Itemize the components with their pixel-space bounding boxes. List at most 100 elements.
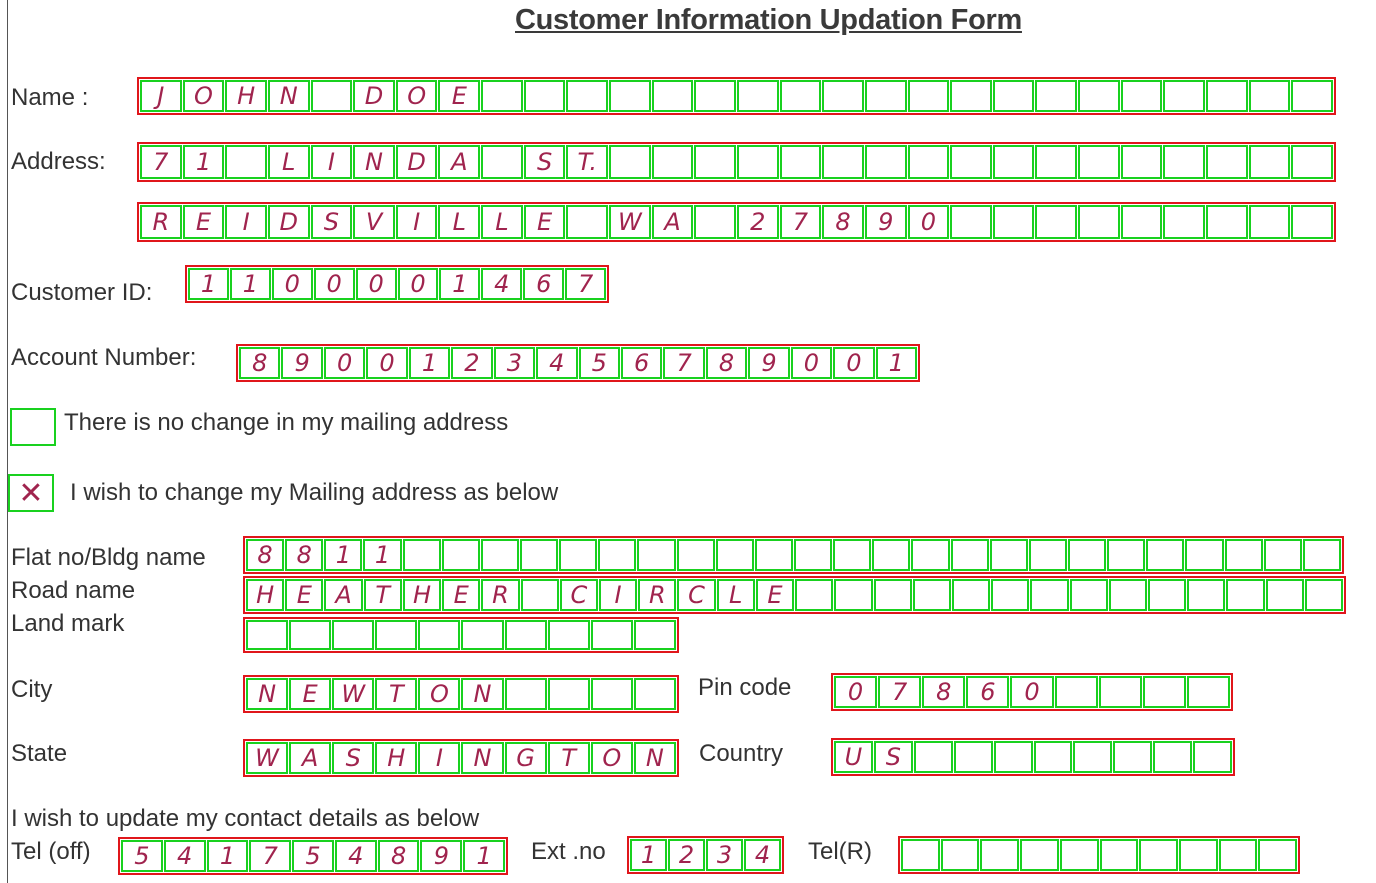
account_number-char-cell[interactable]: 1	[408, 347, 451, 379]
landmark-field[interactable]	[243, 617, 679, 653]
account_number-char-cell[interactable]: 1	[875, 347, 917, 379]
name-char-cell[interactable]	[1163, 80, 1206, 112]
address2-char-cell[interactable]	[950, 205, 992, 239]
address1-char-cell[interactable]	[1248, 145, 1291, 179]
address2-char-cell[interactable]: 8	[822, 205, 864, 239]
pin-char-cell[interactable]	[1098, 676, 1142, 708]
name-char-cell[interactable]	[481, 80, 523, 112]
landmark-char-cell[interactable]	[418, 620, 461, 650]
country-char-cell[interactable]	[1113, 741, 1153, 773]
address1-char-cell[interactable]	[225, 145, 267, 179]
name-char-cell[interactable]	[864, 80, 907, 112]
customer_id-char-cell[interactable]: 7	[565, 268, 607, 300]
road-char-cell[interactable]	[1187, 579, 1226, 611]
country-char-cell[interactable]	[913, 741, 953, 773]
address1-char-cell[interactable]	[651, 145, 694, 179]
state-char-cell[interactable]: O	[590, 742, 633, 774]
flat-char-cell[interactable]	[402, 539, 441, 571]
account_number-char-cell[interactable]: 4	[536, 347, 578, 379]
flat-char-cell[interactable]	[950, 539, 989, 571]
flat-char-cell[interactable]	[441, 539, 480, 571]
flat-char-cell[interactable]	[1302, 539, 1341, 571]
customer_id-char-cell[interactable]: 6	[523, 268, 565, 300]
road-char-cell[interactable]	[834, 579, 873, 611]
address2-char-cell[interactable]	[1120, 205, 1163, 239]
tel_r-char-cell[interactable]	[1178, 839, 1218, 871]
address1-char-cell[interactable]	[694, 145, 736, 179]
name-char-cell[interactable]: O	[395, 80, 438, 112]
flat-char-cell[interactable]	[676, 539, 715, 571]
address1-char-cell[interactable]	[907, 145, 950, 179]
address2-char-cell[interactable]: L	[481, 205, 523, 239]
flat-char-cell[interactable]	[715, 539, 754, 571]
customer_id-char-cell[interactable]: 1	[229, 268, 271, 300]
road-char-cell[interactable]: I	[598, 579, 638, 611]
city-char-cell[interactable]	[633, 678, 676, 710]
name-char-cell[interactable]	[1078, 80, 1120, 112]
city-char-cell[interactable]	[590, 678, 633, 710]
address1-char-cell[interactable]	[1035, 145, 1078, 179]
customer_id-char-cell[interactable]: 0	[397, 268, 439, 300]
account_number-char-cell[interactable]: 9	[281, 347, 323, 379]
address2-char-cell[interactable]	[1248, 205, 1291, 239]
flat-char-cell[interactable]	[754, 539, 793, 571]
road-char-cell[interactable]	[951, 579, 991, 611]
pin-char-cell[interactable]	[1054, 676, 1098, 708]
road-char-cell[interactable]	[1069, 579, 1108, 611]
landmark-char-cell[interactable]	[633, 620, 676, 650]
city-char-cell[interactable]: O	[418, 678, 461, 710]
account_number-char-cell[interactable]: 0	[833, 347, 875, 379]
flat-char-cell[interactable]	[872, 539, 911, 571]
address1-char-cell[interactable]	[1206, 145, 1248, 179]
customer-id-field[interactable]: 1100001467	[185, 265, 609, 303]
landmark-char-cell[interactable]	[461, 620, 504, 650]
road-char-cell[interactable]	[1030, 579, 1069, 611]
name-char-cell[interactable]: J	[140, 80, 182, 112]
flat-char-cell[interactable]	[1185, 539, 1224, 571]
name-char-cell[interactable]	[1035, 80, 1078, 112]
road-char-cell[interactable]	[873, 579, 912, 611]
landmark-char-cell[interactable]	[504, 620, 547, 650]
account_number-char-cell[interactable]: 5	[578, 347, 620, 379]
pin-char-cell[interactable]	[1142, 676, 1186, 708]
road-char-cell[interactable]: R	[481, 579, 520, 611]
address1-char-cell[interactable]	[779, 145, 822, 179]
address1-char-cell[interactable]: I	[310, 145, 353, 179]
name-char-cell[interactable]	[992, 80, 1035, 112]
address1-char-cell[interactable]	[950, 145, 992, 179]
flat-char-cell[interactable]	[559, 539, 598, 571]
name-char-cell[interactable]	[310, 80, 353, 112]
country-char-cell[interactable]	[1033, 741, 1073, 773]
name-char-cell[interactable]	[779, 80, 822, 112]
address1-char-cell[interactable]	[822, 145, 864, 179]
road-char-cell[interactable]	[991, 579, 1030, 611]
name-char-cell[interactable]	[609, 80, 651, 112]
road-char-cell[interactable]: C	[677, 579, 716, 611]
address2-char-cell[interactable]: E	[523, 205, 566, 239]
address1-char-cell[interactable]: D	[395, 145, 438, 179]
tel_r-char-cell[interactable]	[901, 839, 940, 871]
account_number-char-cell[interactable]: 2	[451, 347, 493, 379]
flat-char-cell[interactable]	[793, 539, 833, 571]
address1-char-cell[interactable]	[1120, 145, 1163, 179]
address2-char-cell[interactable]: 9	[864, 205, 907, 239]
country-char-cell[interactable]	[953, 741, 993, 773]
tel_off-char-cell[interactable]: 1	[206, 840, 249, 872]
city-char-cell[interactable]: E	[289, 678, 332, 710]
road-char-cell[interactable]: C	[559, 579, 598, 611]
tel_r-char-cell[interactable]	[1020, 839, 1059, 871]
address2-char-cell[interactable]: A	[651, 205, 694, 239]
address-line2-field[interactable]: REIDSVILLEWA27890	[137, 202, 1336, 242]
customer_id-char-cell[interactable]: 1	[188, 268, 229, 300]
account_number-char-cell[interactable]: 8	[239, 347, 281, 379]
address2-char-cell[interactable]	[694, 205, 736, 239]
landmark-char-cell[interactable]	[246, 620, 289, 650]
address2-char-cell[interactable]: I	[225, 205, 267, 239]
flat-char-cell[interactable]	[480, 539, 519, 571]
tel_off-char-cell[interactable]: 9	[420, 840, 463, 872]
address2-char-cell[interactable]: R	[140, 205, 182, 239]
flat-char-cell[interactable]	[833, 539, 872, 571]
tel_off-char-cell[interactable]: 8	[377, 840, 420, 872]
address1-char-cell[interactable]: L	[267, 145, 310, 179]
flat-char-cell[interactable]	[519, 539, 559, 571]
